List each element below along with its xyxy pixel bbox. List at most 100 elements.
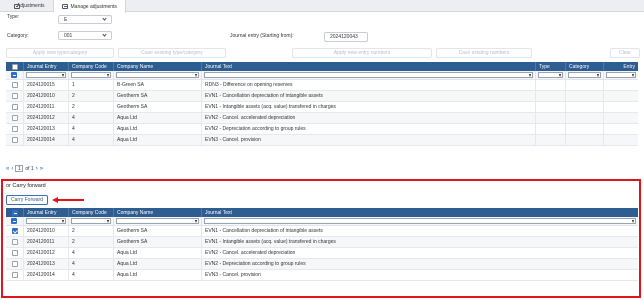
filter-company-code[interactable] bbox=[71, 218, 111, 224]
filter-company-name[interactable] bbox=[116, 72, 199, 78]
filter-type[interactable] bbox=[538, 72, 563, 78]
category-select[interactable]: 001 bbox=[58, 31, 112, 40]
page-number-input[interactable]: 1 bbox=[15, 165, 24, 172]
col-journal-text[interactable]: Journal Text bbox=[202, 208, 638, 217]
cell-entry[interactable] bbox=[604, 91, 638, 101]
deselect-checkbox[interactable] bbox=[10, 72, 17, 78]
row-select-cell[interactable] bbox=[6, 91, 24, 101]
col-journal-entry[interactable]: Journal Entry bbox=[24, 62, 69, 71]
row-select-cell[interactable] bbox=[6, 124, 24, 134]
row-checkbox[interactable] bbox=[11, 104, 18, 110]
table-row[interactable]: 2024120011 2 Geotherm SA EVN1 - Intangible … bbox=[6, 102, 638, 113]
row-select-cell[interactable] bbox=[6, 102, 24, 112]
filter-category[interactable] bbox=[568, 72, 601, 78]
cell-journal-text: EVN1 - Cancellation depreciation of inta… bbox=[205, 228, 323, 234]
filter-entry[interactable] bbox=[606, 72, 636, 78]
tab-adjustments[interactable]: Adjustments bbox=[0, 0, 54, 12]
filter-company-code[interactable] bbox=[71, 72, 111, 78]
table-row[interactable]: 2024120010 2 Geotherm SA EVN1 - Cancellatio… bbox=[6, 91, 638, 102]
cell-category[interactable] bbox=[566, 135, 604, 145]
filter-journal-entry[interactable] bbox=[26, 218, 66, 224]
table-row[interactable]: 2024120014 4 Aqua Ltd EVN3 - Cancel. provis… bbox=[6, 135, 638, 146]
select-all-cell[interactable] bbox=[6, 62, 24, 71]
row-checkbox[interactable] bbox=[11, 272, 18, 278]
row-select-cell[interactable] bbox=[6, 259, 24, 269]
cell-entry[interactable] bbox=[604, 102, 638, 112]
cell-type[interactable] bbox=[536, 102, 566, 112]
row-checkbox[interactable] bbox=[11, 261, 18, 267]
cell-category[interactable] bbox=[566, 113, 604, 123]
row-checkbox[interactable] bbox=[11, 137, 18, 143]
apply-new-category-button[interactable]: Apply new type/category bbox=[6, 48, 114, 58]
col-journal-text[interactable]: Journal Text bbox=[202, 62, 536, 71]
cell-company-name: Aqua Ltd bbox=[114, 270, 202, 280]
cell-entry[interactable] bbox=[604, 113, 638, 123]
cell-entry[interactable] bbox=[604, 135, 638, 145]
table-row[interactable]: 2024120014 4 Aqua Ltd EVN3 - Cancel. provis… bbox=[6, 270, 638, 281]
type-select[interactable]: E bbox=[58, 15, 112, 24]
filter-journal-text[interactable] bbox=[204, 72, 533, 78]
col-company-code[interactable]: Company Code bbox=[69, 62, 114, 71]
row-checkbox[interactable] bbox=[11, 250, 18, 256]
row-select-cell[interactable] bbox=[6, 237, 24, 247]
cell-type[interactable] bbox=[536, 113, 566, 123]
col-company-name[interactable]: Company Name bbox=[114, 62, 202, 71]
apply-new-numbers-button[interactable]: Apply new entry numbers bbox=[292, 48, 432, 58]
tab-manage-adjustments[interactable]: Manage adjustments bbox=[53, 0, 126, 13]
col-type[interactable]: Type bbox=[536, 62, 566, 71]
cell-category[interactable] bbox=[566, 102, 604, 112]
row-checkbox[interactable] bbox=[11, 82, 18, 88]
next-page-icon[interactable]: › bbox=[36, 166, 38, 172]
table-row[interactable]: 2024120012 4 Aqua Ltd EVN2 - Cancel. accele… bbox=[6, 248, 638, 259]
select-all-checkbox[interactable] bbox=[11, 209, 18, 216]
table-row[interactable]: 2024120010 2 Geotherm SA EVN1 - Cancellatio… bbox=[6, 226, 638, 237]
row-select-cell[interactable] bbox=[6, 248, 24, 258]
cell-journal-entry: 2024120011 bbox=[24, 102, 69, 112]
col-entry[interactable]: Entry bbox=[604, 62, 638, 71]
filter-company-name[interactable] bbox=[116, 218, 199, 224]
cell-entry[interactable] bbox=[604, 80, 638, 90]
cell-type[interactable] bbox=[536, 80, 566, 90]
row-checkbox[interactable] bbox=[11, 239, 18, 245]
carry-forward-button[interactable]: Carry Forward bbox=[6, 195, 48, 205]
col-company-code[interactable]: Company Code bbox=[69, 208, 114, 217]
cell-type[interactable] bbox=[536, 91, 566, 101]
deselect-checkbox[interactable] bbox=[10, 218, 17, 224]
prev-page-icon[interactable]: ‹ bbox=[11, 166, 13, 172]
row-select-cell[interactable] bbox=[6, 80, 24, 90]
table-row[interactable]: 2024120015 1 B-Green SA RDN3 - Difference o… bbox=[6, 80, 638, 91]
journal-entry-input[interactable]: 2024120043 bbox=[324, 32, 368, 42]
row-select-cell[interactable] bbox=[6, 270, 24, 280]
cell-type[interactable] bbox=[536, 124, 566, 134]
cell-entry[interactable] bbox=[604, 124, 638, 134]
row-select-cell[interactable] bbox=[6, 135, 24, 145]
table-row[interactable]: 2024120012 4 Aqua Ltd EVN2 - Cancel. accele… bbox=[6, 113, 638, 124]
first-page-icon[interactable]: « bbox=[6, 166, 9, 172]
row-checkbox[interactable] bbox=[11, 115, 18, 121]
clear-button[interactable]: Clear bbox=[610, 48, 640, 58]
select-all-checkbox[interactable] bbox=[11, 63, 18, 70]
col-company-name[interactable]: Company Name bbox=[114, 208, 202, 217]
table-row[interactable]: 2024120013 4 Aqua Ltd EVN2 - Depreciation a… bbox=[6, 124, 638, 135]
cell-category[interactable] bbox=[566, 80, 604, 90]
col-category[interactable]: Category bbox=[566, 62, 604, 71]
table-row[interactable]: 2024120013 4 Aqua Ltd EVN2 - Depreciation a… bbox=[6, 259, 638, 270]
row-checkbox[interactable] bbox=[11, 93, 18, 99]
chevron-down-icon bbox=[102, 32, 107, 37]
row-select-cell[interactable] bbox=[6, 113, 24, 123]
cell-category[interactable] bbox=[566, 124, 604, 134]
case-existing-numbers-button[interactable]: Case existing numbers bbox=[436, 48, 532, 58]
filter-icon bbox=[632, 220, 634, 223]
filter-journal-text[interactable] bbox=[204, 218, 636, 224]
cell-type[interactable] bbox=[536, 135, 566, 145]
row-select-cell[interactable] bbox=[6, 226, 24, 236]
row-checkbox[interactable] bbox=[11, 228, 18, 234]
col-journal-entry[interactable]: Journal Entry bbox=[24, 208, 69, 217]
filter-journal-entry[interactable] bbox=[26, 72, 66, 78]
filter-icon bbox=[195, 74, 197, 77]
cell-category[interactable] bbox=[566, 91, 604, 101]
case-existing-category-button[interactable]: Case existing type/category bbox=[118, 48, 226, 58]
last-page-icon[interactable]: » bbox=[40, 166, 43, 172]
table-row[interactable]: 2024120011 2 Geotherm SA EVN1 - Intangible … bbox=[6, 237, 638, 248]
row-checkbox[interactable] bbox=[11, 126, 18, 132]
